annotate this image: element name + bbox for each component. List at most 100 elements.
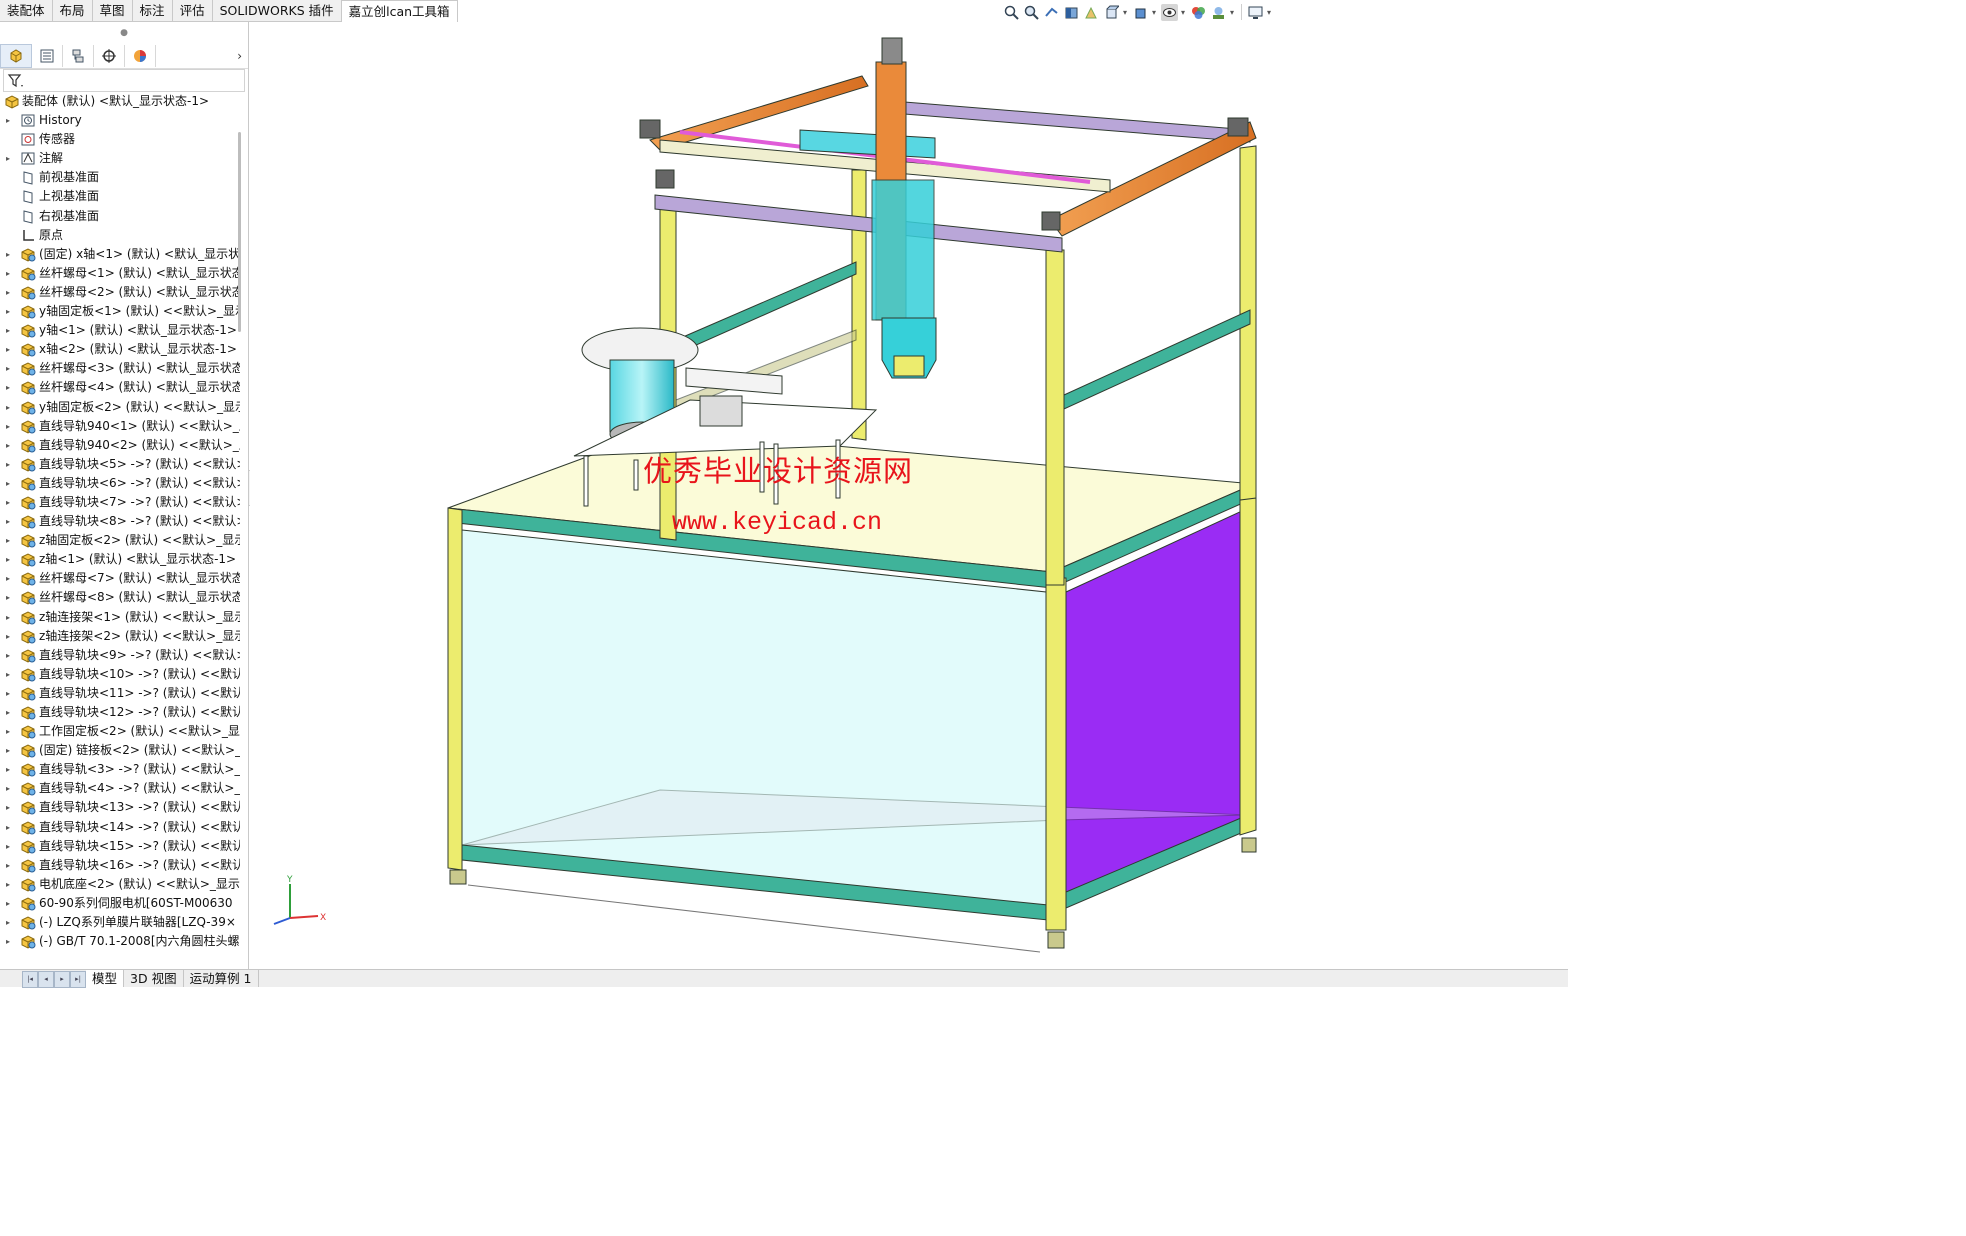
configuration-manager-tab-icon[interactable] (63, 45, 94, 67)
expand-arrow-icon[interactable]: ▸ (6, 531, 14, 550)
tree-root-assembly[interactable]: 装配体 (默认) <默认_显示状态-1> (0, 92, 240, 111)
tree-item[interactable]: ▸ 直线导轨块<16> ->? (默认) <<默认 (0, 856, 240, 875)
expand-arrow-icon[interactable]: ▸ (6, 588, 14, 607)
zoom-to-area-icon[interactable] (1023, 4, 1040, 21)
tree-item[interactable]: ▸ 直线导轨<3> ->? (默认) <<默认>_显 (0, 760, 240, 779)
bottom-tab[interactable]: 3D 视图 (124, 970, 184, 987)
expand-arrow-icon[interactable]: ▸ (6, 684, 14, 703)
tree-item[interactable]: ▸ z轴固定板<2> (默认) <<默认>_显示 (0, 531, 240, 550)
expand-arrow-icon[interactable]: ▸ (6, 932, 14, 951)
expand-arrow-icon[interactable]: ▸ (6, 340, 14, 359)
zoom-to-fit-icon[interactable] (1003, 4, 1020, 21)
expand-arrow-icon[interactable]: ▸ (6, 760, 14, 779)
tree-item[interactable]: ▸ 直线导轨块<5> ->? (默认) <<默认> (0, 455, 240, 474)
expand-arrow-icon[interactable]: ▸ (6, 779, 14, 798)
expand-arrow-icon[interactable]: ▸ (6, 283, 14, 302)
tree-item[interactable]: ▸ 丝杆螺母<4> (默认) <默认_显示状态 (0, 378, 240, 397)
tree-filter[interactable] (3, 69, 245, 92)
tree-item[interactable]: 原点 (0, 226, 240, 245)
hide-show-items-icon[interactable] (1161, 3, 1178, 21)
command-tab[interactable]: 评估 (172, 0, 213, 22)
tree-item[interactable]: ▸ 直线导轨块<12> ->? (默认) <<默认 (0, 703, 240, 722)
expand-arrow-icon[interactable]: ▸ (6, 474, 14, 493)
expand-arrow-icon[interactable]: ▸ (6, 913, 14, 932)
bottom-tab[interactable]: 运动算例 1 (183, 970, 259, 987)
expand-arrow-icon[interactable]: ▸ (6, 436, 14, 455)
tree-item[interactable]: ▸ 直线导轨块<14> ->? (默认) <<默认 (0, 818, 240, 837)
first-tab-icon[interactable]: |◂ (22, 971, 38, 988)
view-settings-icon[interactable] (1247, 4, 1264, 21)
tree-item[interactable]: ▸ z轴连接架<1> (默认) <<默认>_显示 (0, 608, 240, 627)
panel-grip-icon[interactable]: ● (0, 22, 248, 44)
tree-item[interactable]: ▸ y轴固定板<1> (默认) <<默认>_显示 (0, 302, 240, 321)
expand-arrow-icon[interactable]: ▸ (6, 378, 14, 397)
expand-arrow-icon[interactable]: ▸ (6, 359, 14, 378)
edit-appearance-icon[interactable] (1190, 4, 1207, 21)
display-style-icon[interactable] (1132, 4, 1149, 21)
view-settings-dropdown-icon[interactable]: ▾ (1267, 8, 1273, 17)
tree-item[interactable]: ▸ 直线导轨块<11> ->? (默认) <<默认 (0, 684, 240, 703)
expand-arrow-icon[interactable]: ▸ (6, 894, 14, 913)
view-orientation-dropdown-icon[interactable]: ▾ (1123, 8, 1129, 17)
graphics-area[interactable]: Y X 优秀毕业设计资源网 www.keyicad.cn (250, 22, 1568, 969)
prev-tab-icon[interactable]: ◂ (38, 971, 54, 988)
next-tab-icon[interactable]: ▸ (54, 971, 70, 988)
tree-item[interactable]: ▸ 丝杆螺母<8> (默认) <默认_显示状态 (0, 588, 240, 607)
tree-item[interactable]: 上视基准面 (0, 187, 240, 206)
tree-item[interactable]: ▸ 直线导轨块<10> ->? (默认) <<默认 (0, 665, 240, 684)
expand-arrow-icon[interactable]: ▸ (6, 569, 14, 588)
expand-arrow-icon[interactable]: ▸ (6, 245, 14, 264)
dimxpert-manager-tab-icon[interactable] (94, 45, 125, 67)
expand-arrow-icon[interactable]: ▸ (6, 417, 14, 436)
apply-scene-dropdown-icon[interactable]: ▾ (1230, 8, 1236, 17)
tree-item[interactable]: ▸ x轴<2> (默认) <默认_显示状态-1> (0, 340, 240, 359)
expand-arrow-icon[interactable]: ▸ (6, 264, 14, 283)
expand-arrow-icon[interactable]: ▸ (6, 837, 14, 856)
tree-item[interactable]: ▸ y轴<1> (默认) <默认_显示状态-1> (0, 321, 240, 340)
tree-item[interactable]: 前视基准面 (0, 168, 240, 187)
expand-arrow-icon[interactable]: ▸ (6, 493, 14, 512)
expand-arrow-icon[interactable]: ▸ (6, 512, 14, 531)
tree-item[interactable]: 传感器 (0, 130, 240, 149)
tree-scrollbar[interactable] (238, 132, 241, 332)
assembly-model-view[interactable]: Y X (250, 22, 1568, 969)
expand-arrow-icon[interactable]: ▸ (6, 703, 14, 722)
feature-manager-tab-icon[interactable] (0, 44, 32, 68)
expand-arrow-icon[interactable]: ▸ (6, 550, 14, 569)
expand-arrow-icon[interactable]: ▸ (6, 665, 14, 684)
display-manager-tab-icon[interactable] (125, 45, 156, 67)
command-tab[interactable]: 布局 (52, 0, 93, 22)
tree-item[interactable]: ▸ 直线导轨940<2> (默认) <<默认>_显 (0, 436, 240, 455)
tree-item[interactable]: ▸ (固定) x轴<1> (默认) <默认_显示状 (0, 245, 240, 264)
expand-arrow-icon[interactable]: ▸ (6, 455, 14, 474)
expand-arrow-icon[interactable]: ▸ (6, 856, 14, 875)
expand-arrow-icon[interactable]: ▸ (6, 875, 14, 894)
command-tab[interactable]: 装配体 (0, 0, 53, 22)
tree-item[interactable]: ▸ 直线导轨块<6> ->? (默认) <<默认> (0, 474, 240, 493)
last-tab-icon[interactable]: ▸| (70, 971, 86, 988)
tree-item[interactable]: ▸ 直线导轨块<9> ->? (默认) <<默认> (0, 646, 240, 665)
expand-arrow-icon[interactable]: ▸ (6, 398, 14, 417)
command-tab[interactable]: 标注 (132, 0, 173, 22)
tree-item[interactable]: ▸ 直线导轨<4> ->? (默认) <<默认>_显 (0, 779, 240, 798)
expand-arrow-icon[interactable]: ▸ (6, 321, 14, 340)
expand-arrow-icon[interactable]: ▸ (6, 818, 14, 837)
expand-arrow-icon[interactable]: ▸ (6, 798, 14, 817)
apply-scene-icon[interactable] (1210, 4, 1227, 21)
tree-item[interactable]: ▸ z轴<1> (默认) <默认_显示状态-1> (0, 550, 240, 569)
tree-item[interactable]: ▸ 丝杆螺母<3> (默认) <默认_显示状态 (0, 359, 240, 378)
tree-item[interactable]: ▸ 丝杆螺母<7> (默认) <默认_显示状态 (0, 569, 240, 588)
tree-item[interactable]: ▸ 直线导轨块<8> ->? (默认) <<默认> (0, 512, 240, 531)
expand-arrow-icon[interactable]: ▸ (6, 722, 14, 741)
property-manager-tab-icon[interactable] (32, 45, 63, 67)
tree-item[interactable]: ▸ 60-90系列伺服电机[60ST-M00630 (0, 894, 240, 913)
expand-arrow-icon[interactable]: ▸ (6, 627, 14, 646)
tree-item[interactable]: ▸ 直线导轨块<7> ->? (默认) <<默认> (0, 493, 240, 512)
command-tab[interactable]: 嘉立创lcan工具箱 (341, 0, 458, 23)
command-tab[interactable]: 草图 (92, 0, 133, 22)
tree-item[interactable]: ▸ (-) LZQ系列单膜片联轴器[LZQ-39× (0, 913, 240, 932)
filter-icon[interactable] (7, 73, 25, 89)
previous-view-icon[interactable] (1043, 4, 1060, 21)
tree-item[interactable]: ▸ 直线导轨块<15> ->? (默认) <<默认 (0, 837, 240, 856)
expand-arrow-icon[interactable]: ▸ (6, 302, 14, 321)
